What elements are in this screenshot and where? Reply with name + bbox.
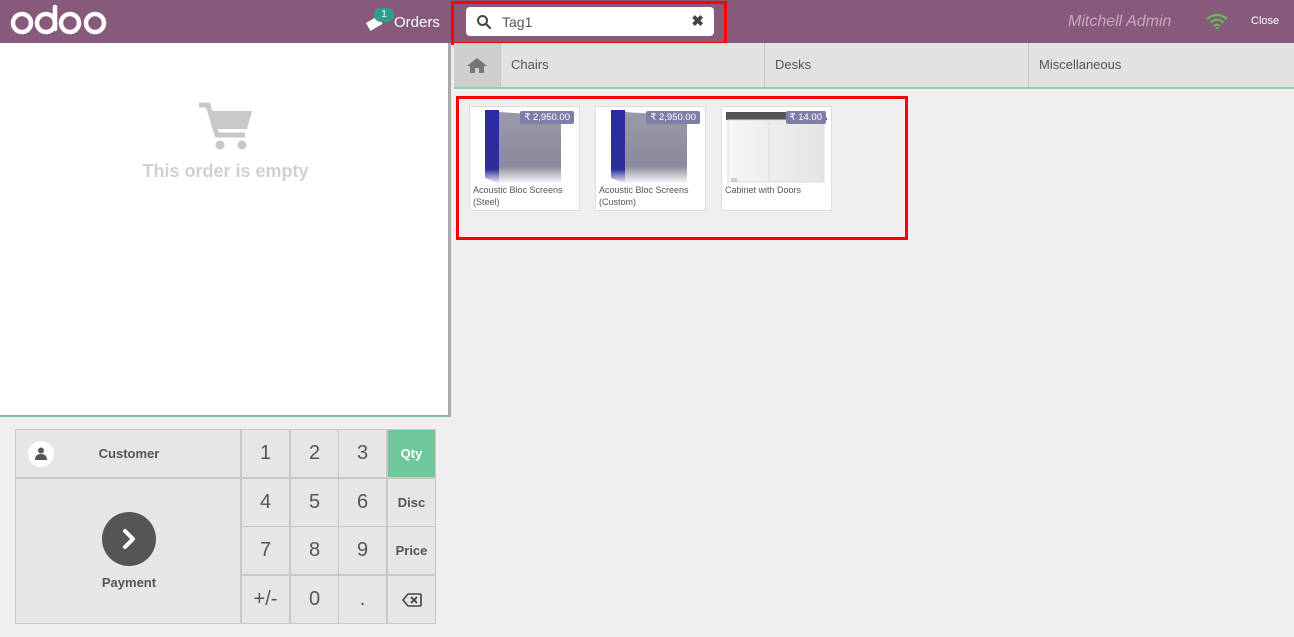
product-image: ₹ 2,950.00 [597,108,704,184]
numpad-key-plus-minus[interactable]: +/- [241,575,290,624]
qty-mode-button[interactable]: Qty [387,429,436,478]
pos-app: 1 Orders Mitchell Admin Close ✖ [0,0,1294,637]
numpad-key-4[interactable]: 4 [241,478,290,527]
numpad-key-decimal[interactable]: . [338,575,387,624]
product-image: ₹ 14.00 [723,108,830,184]
orders-button[interactable]: 1 Orders [364,8,440,35]
payment-button[interactable]: Payment [15,478,241,624]
discount-mode-button[interactable]: Disc [387,478,436,527]
category-chairs[interactable]: Chairs [500,43,764,87]
control-panel: Customer Payment 1 2 3 Qty 4 5 6 Disc 7 … [0,415,451,637]
backspace-icon [401,592,422,607]
product-name: Cabinet with Doors [725,185,802,195]
numpad-key-7[interactable]: 7 [241,526,290,575]
product-card[interactable]: ₹ 2,950.00 Acoustic Bloc Screens (Custom… [595,106,706,211]
numpad-key-2[interactable]: 2 [290,429,339,478]
product-name: Acoustic Bloc Screens (Steel) [473,185,563,207]
shopping-cart-icon [198,102,252,150]
numpad-key-5[interactable]: 5 [290,478,339,527]
home-icon [467,57,487,73]
customer-button[interactable]: Customer [15,429,241,478]
numpad-key-8[interactable]: 8 [290,526,339,575]
product-search[interactable]: ✖ [466,7,714,36]
category-miscellaneous[interactable]: Miscellaneous [1028,43,1294,87]
product-image: ₹ 2,950.00 [471,108,578,184]
numpad-key-1[interactable]: 1 [241,429,290,478]
price-mode-button[interactable]: Price [387,526,436,575]
product-name: Acoustic Bloc Screens (Custom) [599,185,689,207]
odoo-logo [10,4,107,35]
products-pane: Chairs Desks Miscellaneous ₹ 2,950.00 Ac… [454,43,1294,637]
price-tag: ₹ 14.00 [785,111,826,124]
price-tag: ₹ 2,950.00 [520,111,574,124]
ticket-icon: 1 [364,8,394,34]
backspace-button[interactable] [387,575,436,624]
wifi-icon [1206,13,1228,29]
category-bar: Chairs Desks Miscellaneous [454,43,1294,89]
empty-order-text: This order is empty [142,161,309,181]
search-input[interactable] [502,13,672,30]
product-card[interactable]: ₹ 2,950.00 Acoustic Bloc Screens (Steel) [469,106,580,211]
orders-label: Orders [394,13,440,31]
close-button[interactable]: Close [1251,15,1279,27]
user-name: Mitchell Admin [1068,13,1172,30]
empty-order: This order is empty [0,101,451,182]
numpad-key-9[interactable]: 9 [338,526,387,575]
numpad: 1 2 3 Qty 4 5 6 Disc 7 8 9 Price +/- 0 . [241,429,436,624]
product-card[interactable]: ₹ 14.00 Cabinet with Doors [721,106,832,211]
price-tag: ₹ 2,950.00 [646,111,700,124]
numpad-key-3[interactable]: 3 [338,429,387,478]
customer-label: Customer [98,446,160,461]
numpad-key-6[interactable]: 6 [338,478,387,527]
chevron-right-icon [102,512,156,566]
order-pane: This order is empty Customer Payment 1 2… [0,43,451,637]
category-desks[interactable]: Desks [764,43,1028,87]
orders-count-badge: 1 [374,8,394,22]
payment-label: Payment [101,575,157,590]
category-home-button[interactable] [454,43,500,87]
search-icon [477,14,492,29]
numpad-key-0[interactable]: 0 [290,575,339,624]
clear-search-icon[interactable]: ✖ [691,14,704,29]
